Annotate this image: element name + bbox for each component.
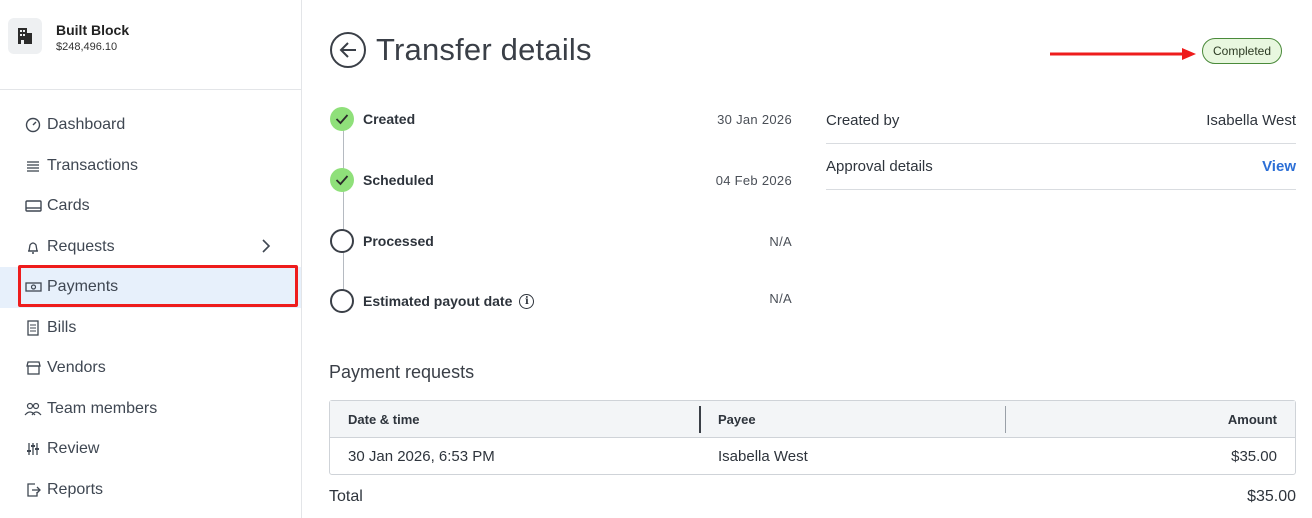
timeline-date: N/A (769, 291, 792, 306)
list-icon (24, 157, 42, 175)
sidebar-item-payments[interactable]: Payments (0, 267, 301, 308)
arrow-left-icon (339, 42, 356, 58)
approval-details-row: Approval details View (826, 144, 1296, 190)
org-name: Built Block (56, 22, 130, 38)
sidebar-item-label: Payments (47, 278, 119, 296)
chevron-right-icon[interactable] (261, 238, 271, 258)
payment-requests-table: Date & time Payee Amount 30 Jan 2026, 6:… (329, 400, 1296, 475)
sidebar-item-vendors[interactable]: Vendors (0, 348, 301, 389)
sidebar-item-label: Review (47, 440, 100, 458)
info-icon[interactable]: i (519, 293, 535, 309)
view-approval-link[interactable]: View (1262, 158, 1296, 175)
sidebar-item-label: Transactions (47, 156, 138, 174)
timeline-connector (343, 128, 344, 308)
timeline-label: Estimated payout date i (363, 293, 535, 309)
sidebar-divider (0, 89, 301, 90)
sidebar-item-cards[interactable]: Cards (0, 186, 301, 227)
money-icon (24, 278, 42, 296)
page-title: Transfer details (376, 32, 592, 67)
sidebar-item-label: Vendors (47, 359, 106, 377)
empty-circle-icon (330, 229, 354, 253)
empty-circle-icon (330, 289, 354, 313)
timeline-date: 30 Jan 2026 (717, 111, 792, 127)
card-icon (24, 197, 42, 215)
timeline-step-processed: Processed N/A (330, 228, 792, 254)
sidebar: Built Block $248,496.10 Dashboard Transa… (0, 0, 302, 518)
annotation-arrow (1050, 48, 1196, 60)
table-header: Date & time Payee Amount (330, 401, 1295, 438)
sidebar-item-reports[interactable]: Reports (0, 470, 301, 511)
main-content: Transfer details Completed Created 30 Ja… (302, 0, 1312, 518)
timeline-step-scheduled: Scheduled 04 Feb 2026 (330, 167, 792, 193)
payment-requests-title: Payment requests (329, 362, 475, 382)
timeline-step-created: Created 30 Jan 2026 (330, 106, 792, 132)
timeline-label: Created (363, 111, 416, 127)
sidebar-item-label: Team members (47, 399, 158, 417)
timeline-label-text: Estimated payout date (363, 293, 513, 309)
sidebar-item-label: Bills (47, 318, 77, 336)
created-by-row: Created by Isabella West (826, 98, 1296, 144)
sliders-icon (24, 440, 42, 458)
back-button[interactable] (330, 32, 366, 68)
transfer-details: Created by Isabella West Approval detail… (826, 98, 1296, 190)
column-resize-handle[interactable] (699, 406, 701, 433)
sidebar-item-dashboard[interactable]: Dashboard (0, 105, 301, 146)
total-label: Total (329, 488, 363, 505)
created-by-value: Isabella West (1206, 112, 1296, 129)
building-icon (8, 18, 42, 54)
timeline-label: Processed (363, 233, 434, 249)
sidebar-item-review[interactable]: Review (0, 429, 301, 470)
receipt-icon (24, 319, 42, 337)
sidebar-item-label: Reports (47, 480, 104, 498)
timeline-date: N/A (769, 233, 792, 249)
total-row: Total $35.00 (329, 488, 1296, 506)
people-icon (24, 400, 42, 418)
column-header-payee[interactable]: Payee (718, 412, 756, 427)
column-header-amount[interactable]: Amount (1228, 412, 1277, 427)
cell-date: 30 Jan 2026, 6:53 PM (348, 447, 495, 465)
sidebar-item-requests[interactable]: Requests (0, 227, 301, 268)
timeline-step-estimated-payout: Estimated payout date i N/A (330, 288, 792, 314)
cell-amount: $35.00 (1231, 447, 1277, 465)
check-icon (330, 107, 354, 131)
timeline-date: 04 Feb 2026 (715, 172, 792, 188)
sidebar-item-label: Requests (47, 237, 115, 255)
org-balance: $248,496.10 (56, 41, 118, 53)
check-icon (330, 168, 354, 192)
sidebar-item-label: Dashboard (47, 116, 126, 134)
sidebar-item-bills[interactable]: Bills (0, 308, 301, 349)
store-icon (24, 359, 42, 377)
sidebar-item-label: Cards (47, 197, 90, 215)
export-icon (24, 481, 42, 499)
column-resize-handle[interactable] (1005, 406, 1006, 433)
sidebar-item-team-members[interactable]: Team members (0, 389, 301, 430)
sidebar-nav: Dashboard Transactions Cards Requests Pa… (0, 105, 301, 510)
org-switcher[interactable]: Built Block $248,496.10 (8, 18, 298, 58)
total-value: $35.00 (1247, 488, 1296, 505)
table-row[interactable]: 30 Jan 2026, 6:53 PM Isabella West $35.0… (330, 438, 1295, 474)
timeline-label: Scheduled (363, 172, 434, 188)
bell-icon (24, 238, 42, 256)
created-by-label: Created by (826, 112, 900, 129)
gauge-icon (24, 116, 42, 134)
status-badge: Completed (1202, 38, 1283, 64)
column-header-date[interactable]: Date & time (348, 412, 420, 427)
cell-payee: Isabella West (718, 447, 808, 465)
approval-details-label: Approval details (826, 158, 933, 175)
sidebar-item-transactions[interactable]: Transactions (0, 146, 301, 187)
page-header: Transfer details (330, 32, 592, 68)
